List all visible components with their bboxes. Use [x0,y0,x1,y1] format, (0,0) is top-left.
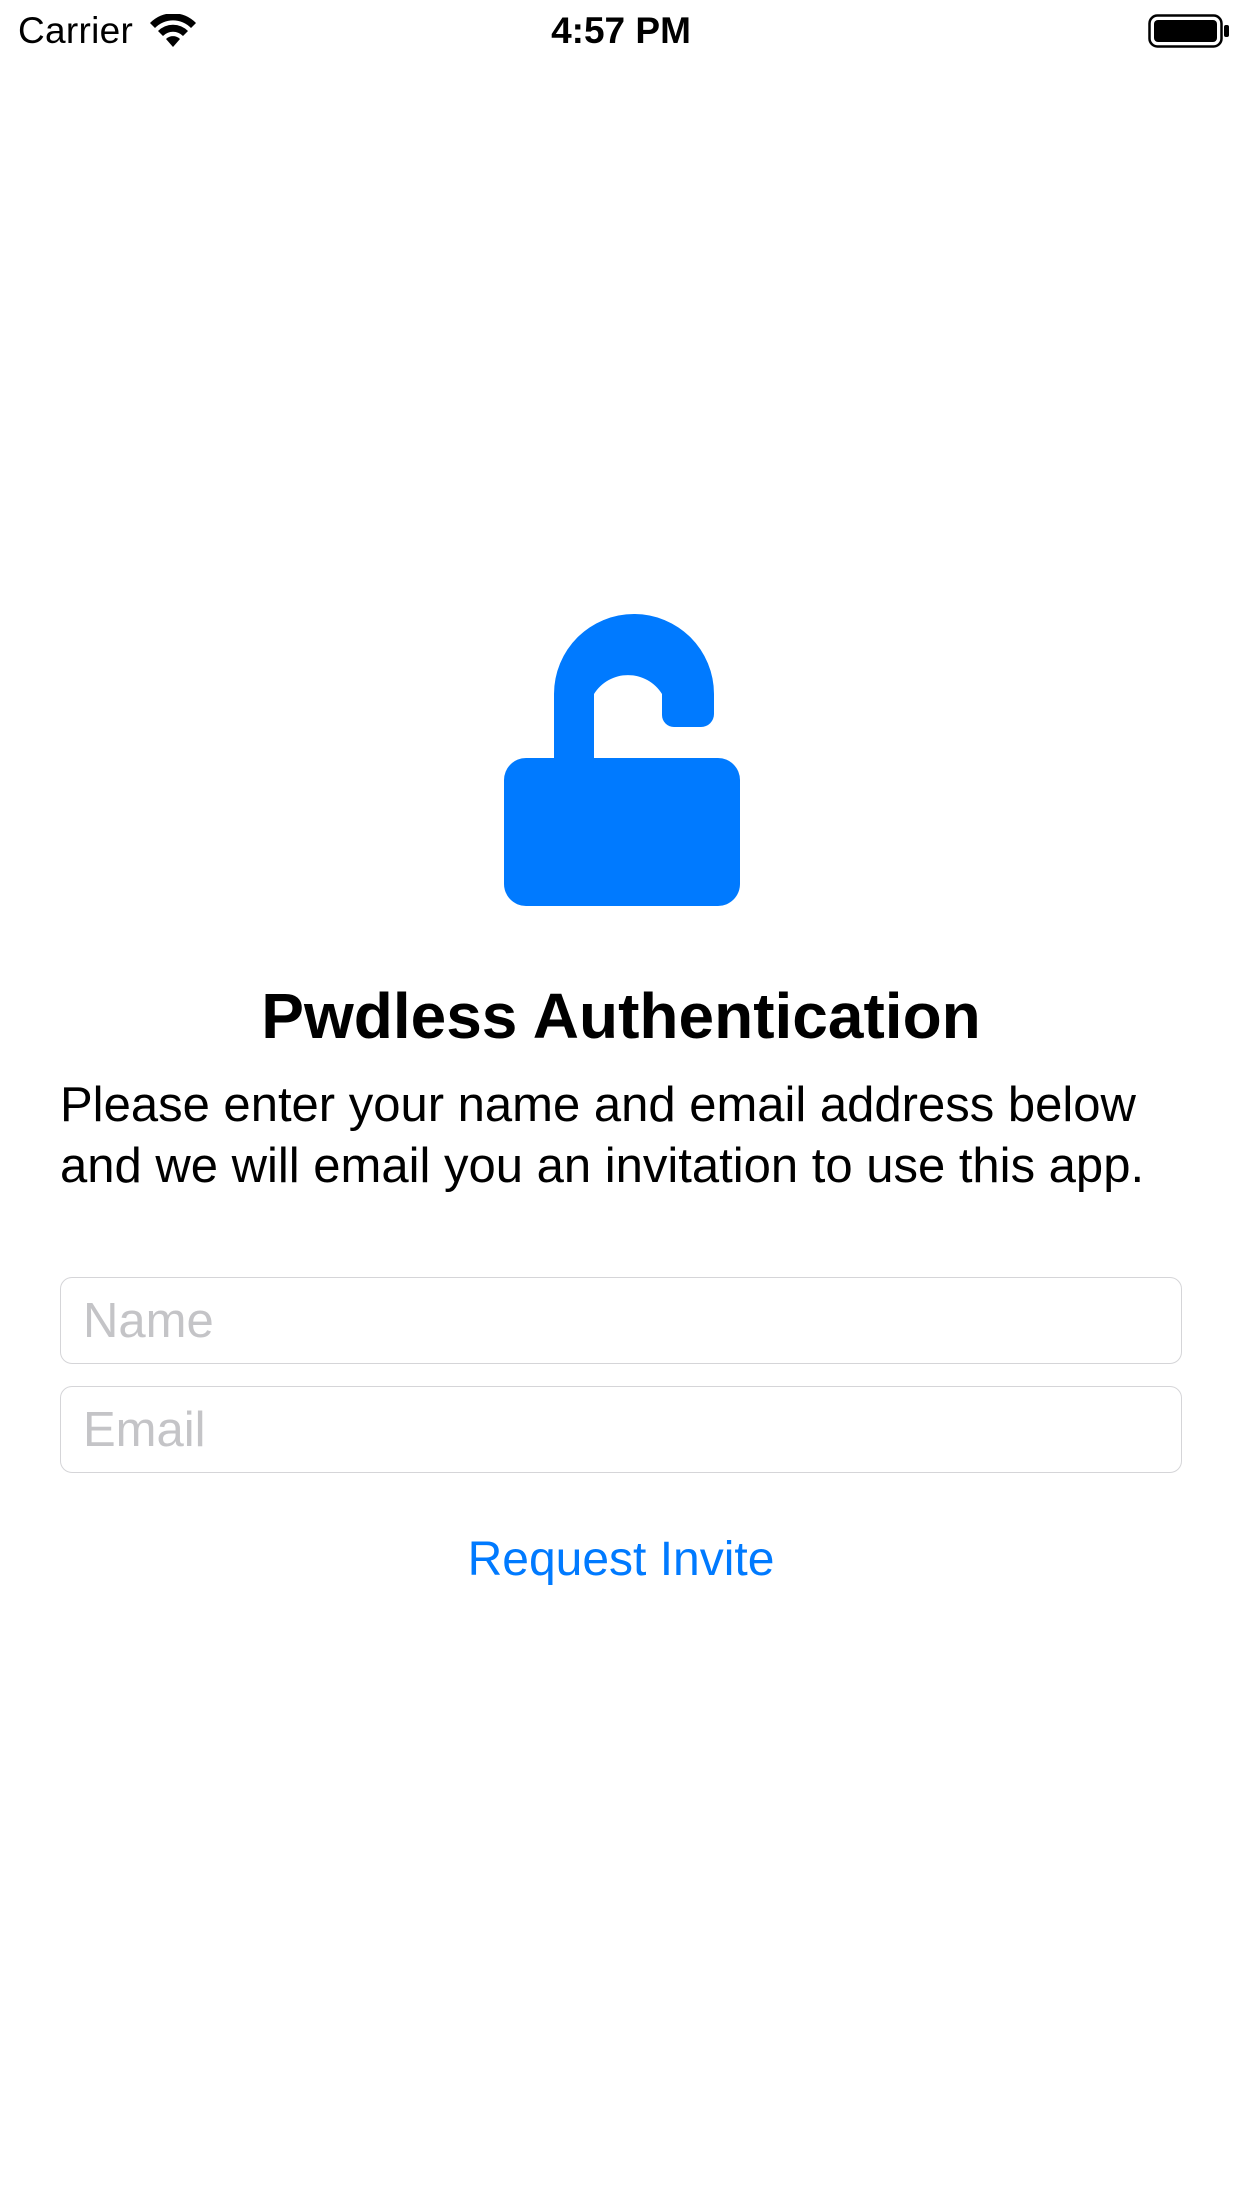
name-field[interactable] [60,1277,1182,1364]
status-bar: Carrier 4:57 PM [0,0,1242,62]
instructions-text: Please enter your name and email address… [60,1078,1145,1193]
request-invite-button[interactable]: Request Invite [0,1528,1242,1592]
clock-time: 4:57 PM [551,10,691,51]
email-field[interactable] [60,1386,1182,1473]
unlocked-padlock-icon [504,614,740,906]
email-input[interactable] [61,1387,1181,1472]
name-input[interactable] [61,1278,1181,1363]
page-title: Pwdless Authentication [261,980,981,1052]
battery-full-icon [1148,14,1229,48]
